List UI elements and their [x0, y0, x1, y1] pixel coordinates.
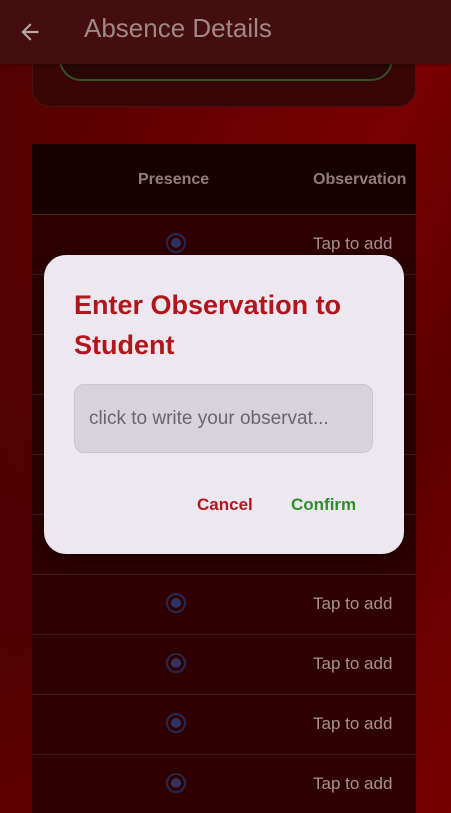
observation-input[interactable]	[75, 385, 372, 452]
observation-input-container	[74, 384, 373, 453]
observation-dialog: Enter Observation to Student Cancel Conf…	[44, 255, 404, 554]
dialog-title: Enter Observation to Student	[74, 290, 342, 360]
cancel-button[interactable]: Cancel	[197, 495, 253, 515]
confirm-button[interactable]: Confirm	[291, 495, 356, 515]
